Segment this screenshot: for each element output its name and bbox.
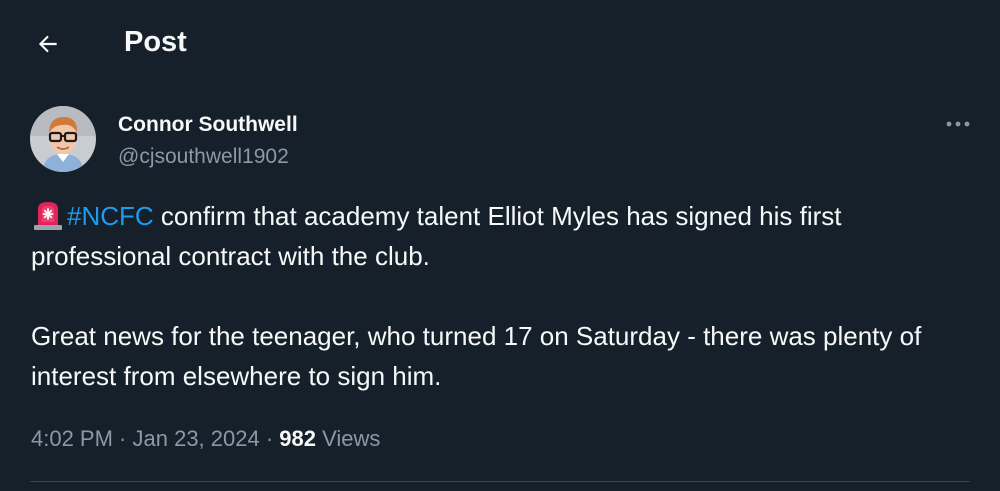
more-horizontal-icon xyxy=(946,121,970,127)
divider xyxy=(30,481,970,482)
post-metadata: 4:02 PM · Jan 23, 2024 · 982 Views xyxy=(31,424,380,454)
meta-separator: · xyxy=(259,426,280,451)
post-paragraph-2: Great news for the teenager, who turned … xyxy=(31,321,922,391)
arrow-left-icon xyxy=(38,35,57,53)
author-handle[interactable]: @cjsouthwell1902 xyxy=(118,144,289,170)
post-time[interactable]: 4:02 PM xyxy=(31,426,113,451)
post-header: Post xyxy=(0,0,1000,86)
page-title: Post xyxy=(124,26,187,58)
post-paragraph-1: #NCFC confirm that academy talent Elliot… xyxy=(31,196,961,276)
post-text: #NCFC confirm that academy talent Elliot… xyxy=(31,196,961,396)
hashtag-link[interactable]: #NCFC xyxy=(67,201,154,231)
avatar-image xyxy=(30,106,96,172)
views-count[interactable]: 982 xyxy=(279,426,316,451)
police-car-light-icon xyxy=(34,202,62,230)
more-options-button[interactable] xyxy=(940,108,976,140)
author-name[interactable]: Connor Southwell xyxy=(118,112,298,138)
meta-separator: · xyxy=(112,426,133,451)
back-button[interactable] xyxy=(28,24,68,64)
avatar[interactable] xyxy=(30,106,96,172)
post-date[interactable]: Jan 23, 2024 xyxy=(133,426,260,451)
views-label[interactable]: Views xyxy=(316,426,380,451)
